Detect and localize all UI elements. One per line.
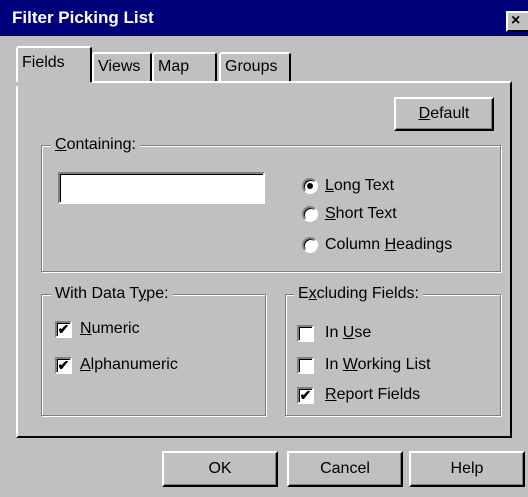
tab-fields-label: Fields — [22, 54, 65, 71]
column-headings-radio[interactable] — [302, 237, 318, 253]
numeric-checkbox[interactable]: ✔ — [55, 321, 72, 338]
alphanumeric-label[interactable]: Alphanumeric — [80, 356, 178, 374]
data-type-legend: With Data Type: — [51, 285, 173, 303]
close-button[interactable]: × — [506, 11, 528, 32]
in-use-checkbox[interactable] — [297, 325, 314, 342]
report-fields-checkbox[interactable]: ✔ — [297, 387, 314, 404]
window-title: Filter Picking List — [12, 8, 154, 27]
default-button[interactable]: Default — [394, 97, 494, 131]
in-working-list-label[interactable]: In Working List — [325, 356, 431, 374]
containing-legend: Containing: — [51, 136, 140, 154]
in-use-label[interactable]: In Use — [325, 324, 371, 342]
help-button[interactable]: Help — [409, 451, 525, 487]
close-icon: × — [511, 12, 521, 29]
alphanumeric-checkbox[interactable]: ✔ — [55, 357, 72, 374]
checkmark-icon: ✔ — [57, 357, 70, 373]
containing-text-input[interactable] — [58, 172, 265, 204]
checkmark-icon: ✔ — [57, 321, 70, 337]
long-text-radio[interactable] — [302, 178, 318, 194]
tab-groups[interactable]: Groups — [219, 52, 291, 83]
cancel-button[interactable]: Cancel — [287, 451, 403, 487]
data-type-group — [41, 294, 266, 416]
short-text-radio[interactable] — [302, 206, 318, 222]
column-headings-label[interactable]: Column Headings — [325, 236, 452, 254]
long-text-label[interactable]: Long Text — [325, 177, 394, 195]
checkmark-icon: ✔ — [299, 387, 312, 403]
tab-groups-label: Groups — [225, 58, 278, 75]
numeric-label[interactable]: Numeric — [80, 320, 140, 338]
tab-fields[interactable]: Fields — [16, 46, 92, 86]
excluding-legend: Excluding Fields: — [294, 285, 423, 303]
tab-views[interactable]: Views — [92, 52, 152, 83]
short-text-label[interactable]: Short Text — [325, 205, 397, 223]
tab-map[interactable]: Map — [152, 52, 217, 83]
in-working-list-checkbox[interactable] — [297, 357, 314, 374]
report-fields-label[interactable]: Report Fields — [325, 386, 420, 404]
tab-views-label: Views — [98, 58, 141, 75]
ok-button[interactable]: OK — [162, 451, 278, 487]
tab-map-label: Map — [158, 58, 190, 75]
